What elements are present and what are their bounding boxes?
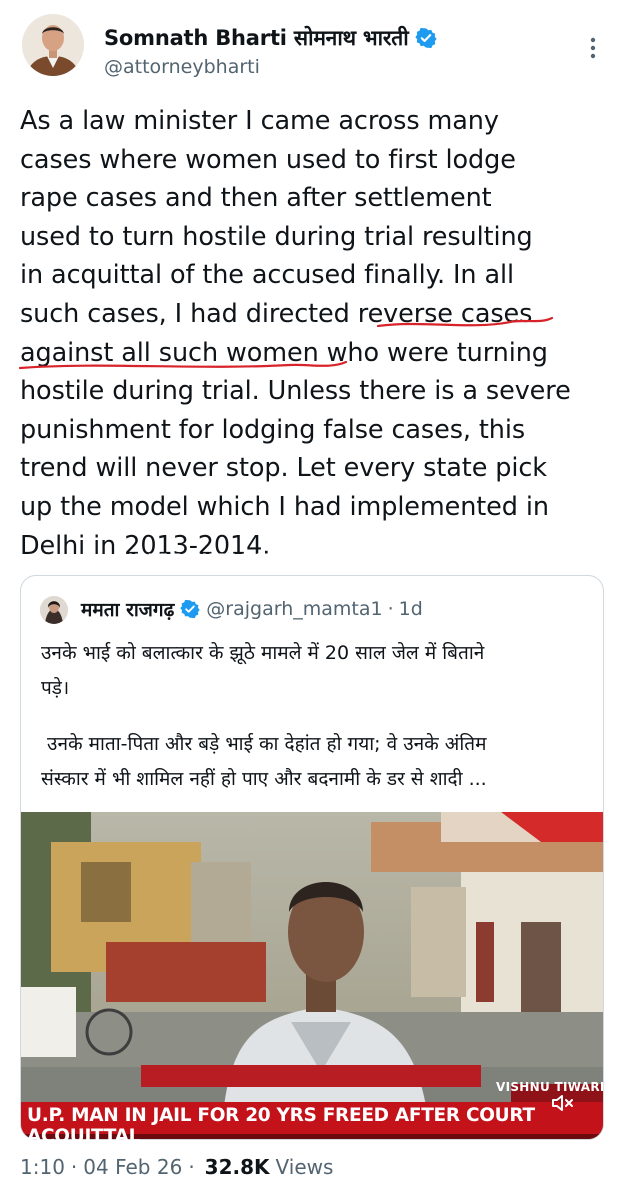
mute-icon[interactable] xyxy=(550,1091,574,1115)
quoted-timestamp[interactable]: 1d xyxy=(399,598,423,620)
quoted-text-line: पड़े। xyxy=(41,677,70,699)
tweet-line: against all such women who were turning xyxy=(20,337,548,368)
author-avatar[interactable] xyxy=(22,14,84,76)
verified-badge-icon xyxy=(414,27,437,49)
tweet-line: in acquittal of the accused finally. In … xyxy=(20,260,514,291)
meta-separator: · xyxy=(188,1155,195,1179)
views-count: 32.8K xyxy=(204,1155,270,1179)
author-name-row: Somnath Bharti सोमनाथ भारती xyxy=(104,24,437,52)
tweet-time[interactable]: 1:10 xyxy=(20,1155,65,1179)
tweet-line: rape cases and then after settlement xyxy=(20,183,492,214)
author-handle[interactable]: @attorneybharti xyxy=(104,56,260,78)
author-display-name[interactable]: Somnath Bharti सोमनाथ भारती xyxy=(104,24,409,52)
more-options-icon[interactable] xyxy=(584,34,602,62)
quoted-separator: · xyxy=(387,598,394,620)
meta-separator: · xyxy=(70,1155,78,1179)
quoted-handle[interactable]: @rajgarh_mamta1 xyxy=(206,598,382,620)
tweet-line: hostile during trial. Unless there is a … xyxy=(20,376,571,407)
video-ticker-main: U.P. MAN IN JAIL FOR 20 YRS FREED AFTER … xyxy=(27,1105,535,1147)
quoted-text-line: संस्कार में भी शामिल नहीं हो पाए और बदना… xyxy=(41,768,487,790)
tweet-meta: 1:10 · 04 Feb 26 · 32.8K Views xyxy=(20,1155,333,1179)
video-ticker-top: HAVE BEEN BROKEN, MY FAMILY DESTROYE xyxy=(128,552,456,568)
quoted-text-line: उनके माता-पिता और बड़े भाई का देहांत हो … xyxy=(41,733,487,755)
tweet-line: trend will never stop. Let every state p… xyxy=(20,453,547,484)
views-label: Views xyxy=(275,1155,334,1179)
quoted-tweet-card[interactable]: ममता राजगढ़ @rajgarh_mamta1 · 1d उनके भा… xyxy=(20,575,604,1140)
tweet-line: As a law minister I came across many xyxy=(20,106,499,136)
quoted-text: उनके भाई को बलात्कार के झूठे मामले में 2… xyxy=(41,636,589,797)
tweet-line: used to turn hostile during trial result… xyxy=(20,221,533,252)
tweet-line: punishment for lodging false cases, this xyxy=(20,414,526,445)
tweet-date[interactable]: 04 Feb 26 xyxy=(83,1155,182,1179)
tweet-line: cases where women used to first lodge xyxy=(20,144,516,175)
quoted-header: ममता राजगढ़ @rajgarh_mamta1 · 1d xyxy=(81,596,423,622)
quoted-author-avatar[interactable] xyxy=(40,596,68,624)
tweet-line: up the model which I had implemented in xyxy=(20,491,549,522)
verified-badge-icon xyxy=(180,599,200,619)
tweet-line: such cases, I had directed reverse cases xyxy=(20,298,533,329)
quoted-text-line: उनके भाई को बलात्कार के झूठे मामले में 2… xyxy=(41,642,485,664)
quoted-display-name[interactable]: ममता राजगढ़ xyxy=(81,596,174,622)
tweet-text: As a law minister I came across many cas… xyxy=(20,102,610,565)
